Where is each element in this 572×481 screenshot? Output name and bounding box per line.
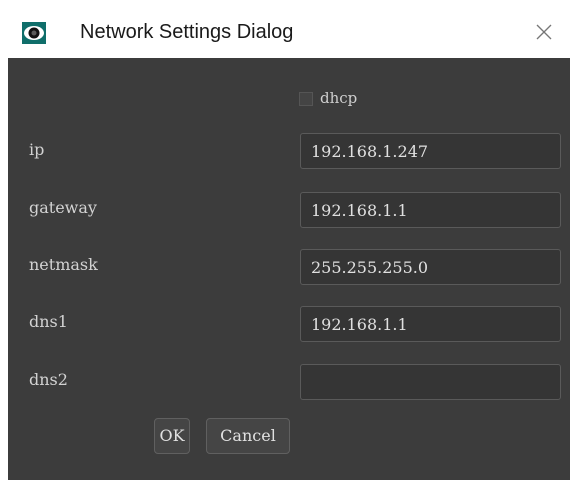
netmask-field[interactable] — [300, 249, 561, 285]
dialog-body: dhcp ip gateway netmask dns1 dns2 OK Can… — [8, 58, 570, 480]
cancel-button[interactable]: Cancel — [206, 418, 290, 454]
close-icon[interactable] — [524, 12, 564, 52]
gateway-field[interactable] — [300, 192, 561, 228]
dns1-label: dns1 — [29, 312, 68, 331]
window-title: Network Settings Dialog — [80, 21, 294, 43]
dns1-field[interactable] — [300, 306, 561, 342]
netmask-label: netmask — [29, 255, 98, 274]
network-settings-dialog: Network Settings Dialog dhcp ip gateway … — [8, 6, 570, 480]
dns2-label: dns2 — [29, 370, 68, 389]
gateway-label: gateway — [29, 198, 97, 217]
dhcp-checkbox[interactable] — [299, 92, 313, 106]
dhcp-label: dhcp — [320, 89, 358, 107]
eye-icon — [22, 22, 46, 44]
ip-label: ip — [29, 140, 45, 159]
dns2-field[interactable] — [300, 364, 561, 400]
title-bar: Network Settings Dialog — [8, 6, 570, 58]
ok-button[interactable]: OK — [154, 418, 190, 454]
ip-field[interactable] — [300, 133, 561, 169]
